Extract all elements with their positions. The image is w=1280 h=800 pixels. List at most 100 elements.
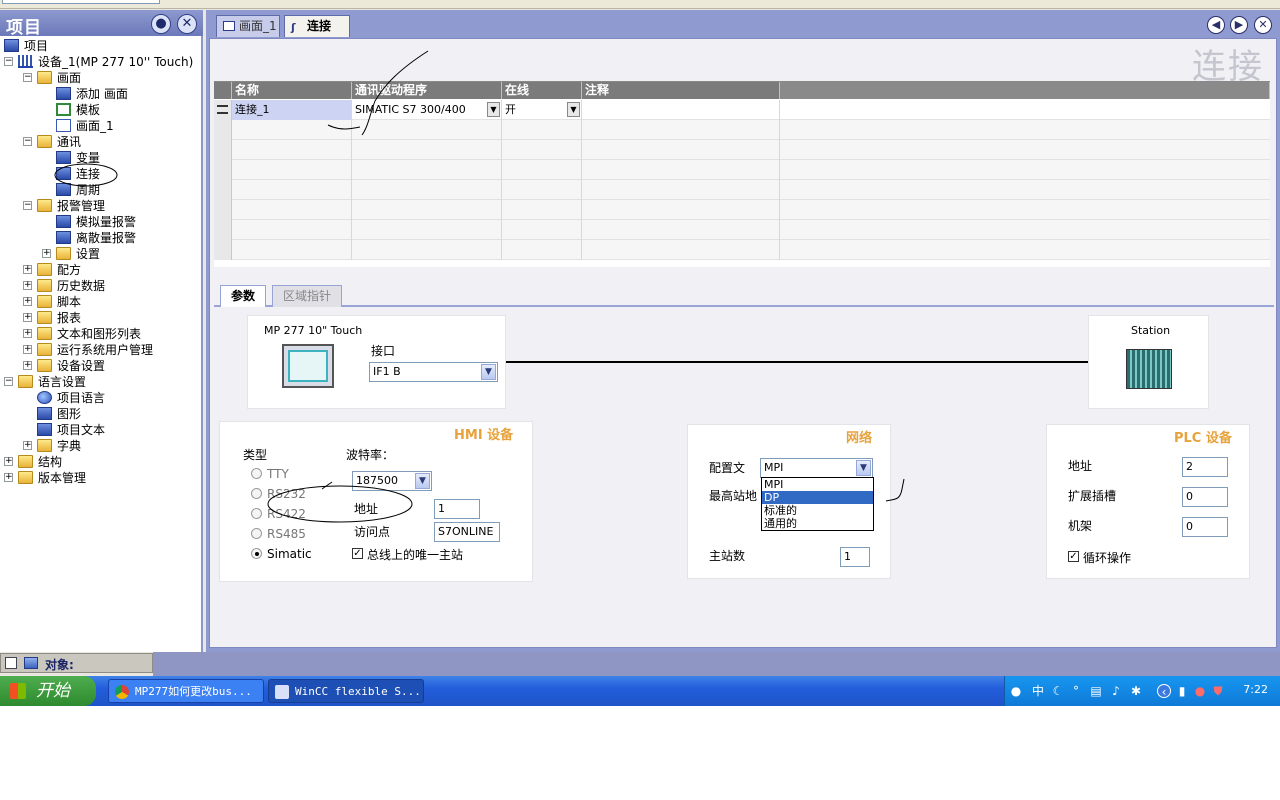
radio-tty[interactable] <box>251 468 262 479</box>
column-header-name[interactable]: 名称 <box>232 82 352 99</box>
cell-online[interactable]: 开 ▼ <box>502 100 582 120</box>
tab-connections[interactable]: ʃ 连接 <box>284 15 350 37</box>
tree-node[interactable]: 连接 <box>42 166 199 182</box>
expand-icon[interactable]: + <box>23 441 32 450</box>
tree-node[interactable]: 周期 <box>42 182 199 198</box>
chevron-left-icon[interactable]: ‹ <box>1157 684 1171 699</box>
previous-icon[interactable]: ◀ <box>1207 16 1225 34</box>
punctuation-icon[interactable]: ° <box>1069 684 1083 698</box>
address-field[interactable]: 1 <box>434 499 480 519</box>
expansion-slot-field[interactable]: 0 <box>1182 487 1228 507</box>
keyboard-icon[interactable]: ▤ <box>1089 684 1103 698</box>
tree-node[interactable]: + 结构 <box>4 454 199 470</box>
profile-option-mpi[interactable]: MPI <box>762 478 873 491</box>
tree-node[interactable]: 项目 <box>4 38 199 54</box>
shield-icon[interactable]: ⛊ <box>1211 684 1225 698</box>
tree-node[interactable]: 项目语言 <box>23 390 199 406</box>
expand-icon[interactable]: + <box>42 249 51 258</box>
tab-area-pointers[interactable]: 区域指针 <box>272 285 343 307</box>
cell-driver[interactable]: SIMATIC S7 300/400 ▼ <box>352 100 502 120</box>
tree-node[interactable]: − 设备_1(MP 277 10'' Touch) <box>4 54 199 70</box>
close-editor-icon[interactable]: ✕ <box>1254 16 1272 34</box>
tree-node[interactable]: 图形 <box>23 406 199 422</box>
profile-option-universal[interactable]: 通用的 <box>762 517 873 530</box>
settings-icon[interactable]: ✱ <box>1129 684 1143 698</box>
tree-node[interactable]: − 通讯 <box>23 134 199 150</box>
tree-node[interactable]: + 历史数据 <box>23 278 199 294</box>
tree-node[interactable]: + 字典 <box>23 438 199 454</box>
expand-icon[interactable]: + <box>4 473 13 482</box>
table-row[interactable]: 连接_1 SIMATIC S7 300/400 ▼ 开 ▼ <box>214 100 1270 120</box>
next-icon[interactable]: ▶ <box>1230 16 1248 34</box>
single-master-checkbox[interactable]: ✓ <box>352 548 363 559</box>
taskbar-item-browser[interactable]: MP277如何更改bus... <box>108 679 264 703</box>
collapse-icon[interactable]: − <box>23 201 32 210</box>
tree-node[interactable]: 离散量报警 <box>42 230 199 246</box>
collapse-icon[interactable]: − <box>4 377 13 386</box>
collapse-icon[interactable]: − <box>4 57 13 66</box>
moon-icon[interactable]: ☾ <box>1051 684 1065 698</box>
tree-node[interactable]: + 设置 <box>42 246 199 262</box>
radio-rs422[interactable] <box>251 508 262 519</box>
tree-node[interactable]: 模板 <box>42 102 199 118</box>
list-view-icon[interactable] <box>5 657 17 669</box>
tree-node[interactable]: 模拟量报警 <box>42 214 199 230</box>
plc-address-field[interactable]: 2 <box>1182 457 1228 477</box>
expand-icon[interactable]: + <box>23 361 32 370</box>
expand-icon[interactable]: + <box>23 329 32 338</box>
column-header-driver[interactable]: 通讯驱动程序 <box>352 82 502 99</box>
interface-select[interactable]: IF1 B ▼ <box>369 362 498 382</box>
baud-rate-select[interactable]: 187500 ▼ <box>352 471 432 491</box>
expand-icon[interactable]: + <box>23 313 32 322</box>
expand-icon[interactable]: + <box>23 281 32 290</box>
tree-node[interactable]: + 版本管理 <box>4 470 199 486</box>
tree-node[interactable]: 画面_1 <box>42 118 199 134</box>
column-header-online[interactable]: 在线 <box>502 82 582 99</box>
tree-node[interactable]: − 报警管理 <box>23 198 199 214</box>
pin-icon[interactable]: ● <box>151 14 171 34</box>
tree-node[interactable]: + 报表 <box>23 310 199 326</box>
tree-node[interactable]: 项目文本 <box>23 422 199 438</box>
expand-icon[interactable]: + <box>23 297 32 306</box>
tree-node[interactable]: 变量 <box>42 150 199 166</box>
tree-node[interactable]: + 设备设置 <box>23 358 199 374</box>
chevron-down-icon[interactable]: ▼ <box>567 102 580 117</box>
tree-node[interactable]: + 文本和图形列表 <box>23 326 199 342</box>
tab-parameters[interactable]: 参数 <box>220 285 267 307</box>
expand-icon[interactable]: + <box>4 457 13 466</box>
tree-node[interactable]: + 脚本 <box>23 294 199 310</box>
collapse-icon[interactable]: − <box>23 137 32 146</box>
radio-rs485[interactable] <box>251 528 262 539</box>
access-point-field[interactable]: S7ONLINE <box>434 522 500 542</box>
close-icon[interactable]: ✕ <box>177 14 197 34</box>
cell-name[interactable]: 连接_1 <box>232 100 352 120</box>
tree-node[interactable]: 添加 画面 <box>42 86 199 102</box>
ime-logo-icon[interactable]: ● <box>1009 684 1023 698</box>
chevron-down-icon[interactable]: ▼ <box>487 102 500 117</box>
row-selector[interactable] <box>214 100 232 120</box>
rack-field[interactable]: 0 <box>1182 517 1228 537</box>
masters-field[interactable]: 1 <box>840 547 870 567</box>
tab-screen-1[interactable]: 画面_1 <box>216 15 280 37</box>
tree-node[interactable]: − 画面 <box>23 70 199 86</box>
profile-option-dp[interactable]: DP <box>762 491 873 504</box>
profile-option-standard[interactable]: 标准的 <box>762 504 873 517</box>
toolbar-field[interactable] <box>2 0 160 4</box>
radio-rs232[interactable] <box>251 488 262 499</box>
expand-icon[interactable]: + <box>23 345 32 354</box>
column-header-comment[interactable]: 注释 <box>582 82 780 99</box>
expand-icon[interactable]: + <box>23 265 32 274</box>
tree-node[interactable]: + 配方 <box>23 262 199 278</box>
tree-node[interactable]: − 语言设置 <box>4 374 199 390</box>
profile-select[interactable]: MPI ▼ <box>760 458 873 478</box>
radio-simatic[interactable] <box>251 548 262 559</box>
network-icon[interactable]: ▮ <box>1175 684 1189 698</box>
microphone-icon[interactable]: ♪ <box>1109 684 1123 698</box>
collapse-icon[interactable]: − <box>23 73 32 82</box>
cell-comment[interactable] <box>582 100 780 120</box>
start-button[interactable]: 开始 <box>0 676 96 706</box>
taskbar-item-wincc[interactable]: WinCC flexible S... <box>268 679 424 703</box>
ime-mode-label[interactable]: 中 <box>1031 684 1045 698</box>
tree-node[interactable]: + 运行系统用户管理 <box>23 342 199 358</box>
security-icon[interactable]: ● <box>1193 684 1207 698</box>
